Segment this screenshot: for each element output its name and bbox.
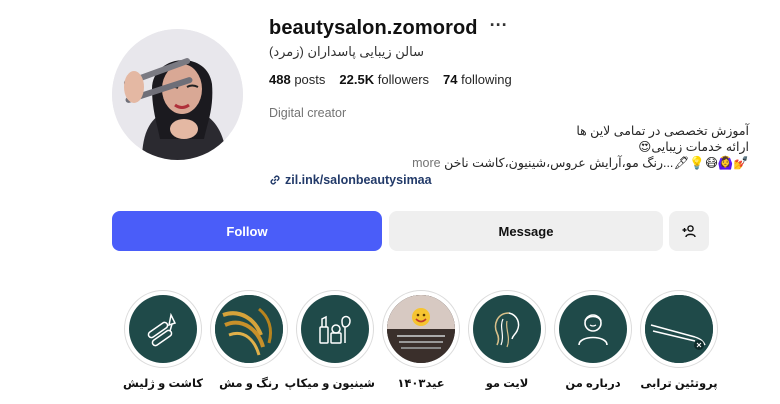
bio-more-link[interactable]: more	[412, 156, 440, 170]
highlight-makeup[interactable]: شینیون و میکاپ	[284, 290, 375, 390]
highlight-label: لایت مو	[485, 378, 529, 390]
nail-icon	[129, 295, 197, 363]
profile-bio: آموزش تخصصی در تمامی لاین ها ارائه خدمات…	[269, 123, 749, 171]
highlight-label: پروتئین ترابی	[640, 378, 718, 390]
following-label: following	[461, 72, 512, 87]
highlight-ring	[210, 290, 288, 368]
about-me-icon	[559, 295, 627, 363]
bio-line-2: ارائه خدمات زیبایی😍	[638, 140, 749, 154]
highlight-ring	[468, 290, 546, 368]
profile-info: beautysalon.zomorod ··· سالن زیبایی پاسد…	[269, 14, 749, 187]
posts-stat: 488 posts	[269, 72, 325, 87]
highlight-nails[interactable]: کاشت و ژلیش	[123, 290, 203, 390]
eid-photo-icon	[387, 295, 455, 363]
highlight-label: درباره من	[565, 378, 621, 390]
highlight-label: رنگ و مش	[219, 378, 279, 390]
highlight-eid[interactable]: عید۱۴۰۳	[381, 290, 461, 390]
profile-avatar[interactable]	[112, 29, 243, 160]
username-row: beautysalon.zomorod ···	[269, 14, 749, 42]
more-dots-icon[interactable]: ···	[490, 16, 508, 34]
add-user-icon	[682, 225, 696, 238]
highlight-label: کاشت و ژلیش	[123, 378, 203, 390]
bio-line-3-text: 💅🙆‍♀️😷💡🖋...رنگ مو،آرایش عروس،شینیون،کاشت…	[444, 156, 749, 170]
followers-label: followers	[377, 72, 430, 87]
bio-line-3: 💅🙆‍♀️😷💡🖋...رنگ مو،آرایش عروس،شینیون،کاشت…	[269, 155, 749, 171]
following-count: 74	[443, 72, 458, 87]
followers-stat[interactable]: 22.5K followers	[339, 72, 429, 87]
highlight-ring	[640, 290, 718, 368]
highlight-label: عید۱۴۰۳	[397, 378, 445, 390]
profile-link-text[interactable]: zil.ink/salonbeautysimaa	[285, 173, 432, 187]
hair-light-icon	[473, 295, 541, 363]
username: beautysalon.zomorod	[269, 16, 478, 39]
hair-color-icon	[215, 295, 283, 363]
highlight-hair-color[interactable]: رنگ و مش	[209, 290, 289, 390]
follow-button[interactable]: Follow	[112, 211, 382, 251]
followers-count: 22.5K	[339, 72, 375, 87]
highlight-about-me[interactable]: درباره من	[553, 290, 633, 390]
highlight-ring	[296, 290, 374, 368]
profile-link[interactable]: zil.ink/salonbeautysimaa	[269, 173, 749, 187]
highlight-ring	[124, 290, 202, 368]
message-button[interactable]: Message	[389, 211, 663, 251]
makeup-icon	[301, 295, 369, 363]
highlight-ring	[382, 290, 460, 368]
full-name: سالن زیبایی پاسداران (زمرد)	[269, 44, 424, 59]
story-highlights: کاشت و ژلیش رنگ و مش شینیون و میکاپ عید۱…	[112, 290, 722, 400]
bio-line-1: آموزش تخصصی در تمامی لاین ها	[576, 124, 749, 138]
posts-label: posts	[294, 72, 326, 87]
posts-count: 488	[269, 72, 291, 87]
add-user-button[interactable]	[669, 211, 709, 251]
highlight-ring	[554, 290, 632, 368]
highlight-label: شینیون و میکاپ	[284, 378, 375, 390]
following-stat[interactable]: 74 following	[443, 72, 512, 87]
profile-category: Digital creator	[269, 106, 347, 120]
highlight-protein[interactable]: پروتئین ترابی	[639, 290, 719, 390]
link-icon	[270, 175, 280, 185]
hair-straightener-icon	[645, 295, 713, 363]
profile-stats: 488 posts 22.5K followers 74 following	[269, 72, 749, 87]
highlight-hair-light[interactable]: لایت مو	[467, 290, 547, 390]
